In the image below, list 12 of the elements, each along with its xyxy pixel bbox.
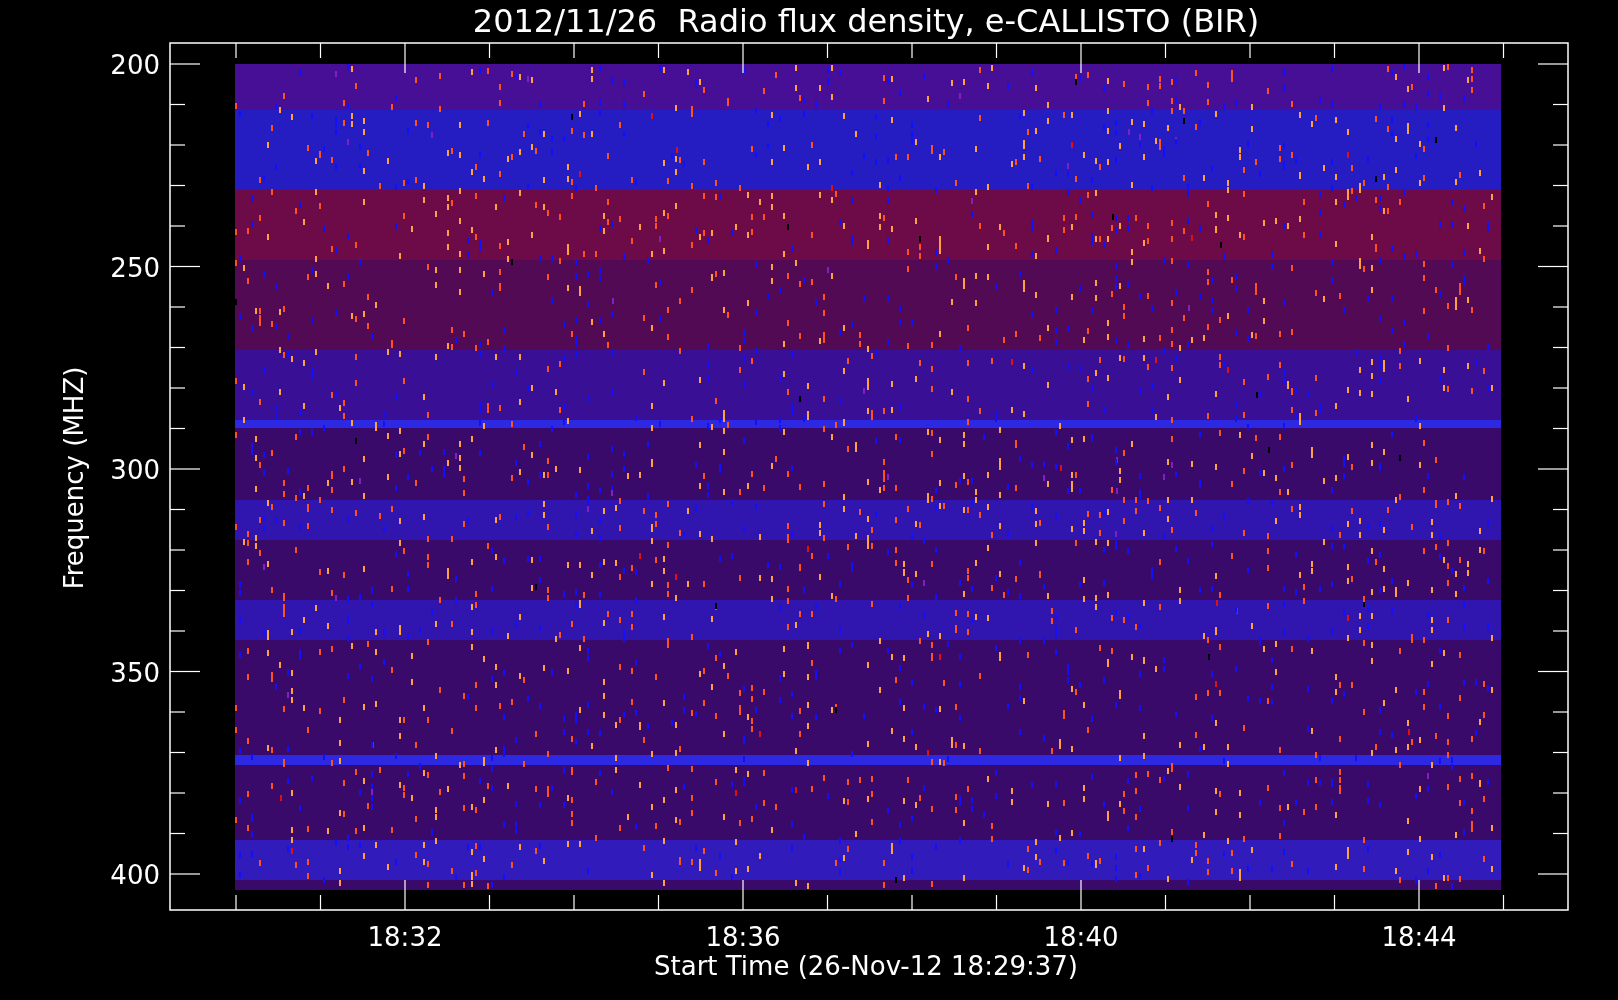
y-tick-label: 300 (110, 455, 160, 485)
x-tick-label: 18:36 (705, 922, 781, 952)
x-axis-label: Start Time (26-Nov-12 18:29:37) (654, 951, 1078, 981)
y-tick-label: 350 (110, 657, 160, 688)
x-tick-label: 18:32 (367, 922, 443, 952)
x-tick-label: 18:44 (1381, 922, 1457, 952)
y-tick-label: 400 (110, 860, 160, 890)
chart-title: 2012/11/26 Radio flux density, e-CALLISTO (BIR) (472, 2, 1260, 40)
y-tick-label: 250 (110, 252, 160, 283)
y-axis-label: Frequency (MHZ) (59, 366, 89, 590)
x-tick-label: 18:40 (1043, 922, 1119, 952)
y-tick-label: 200 (110, 50, 160, 80)
